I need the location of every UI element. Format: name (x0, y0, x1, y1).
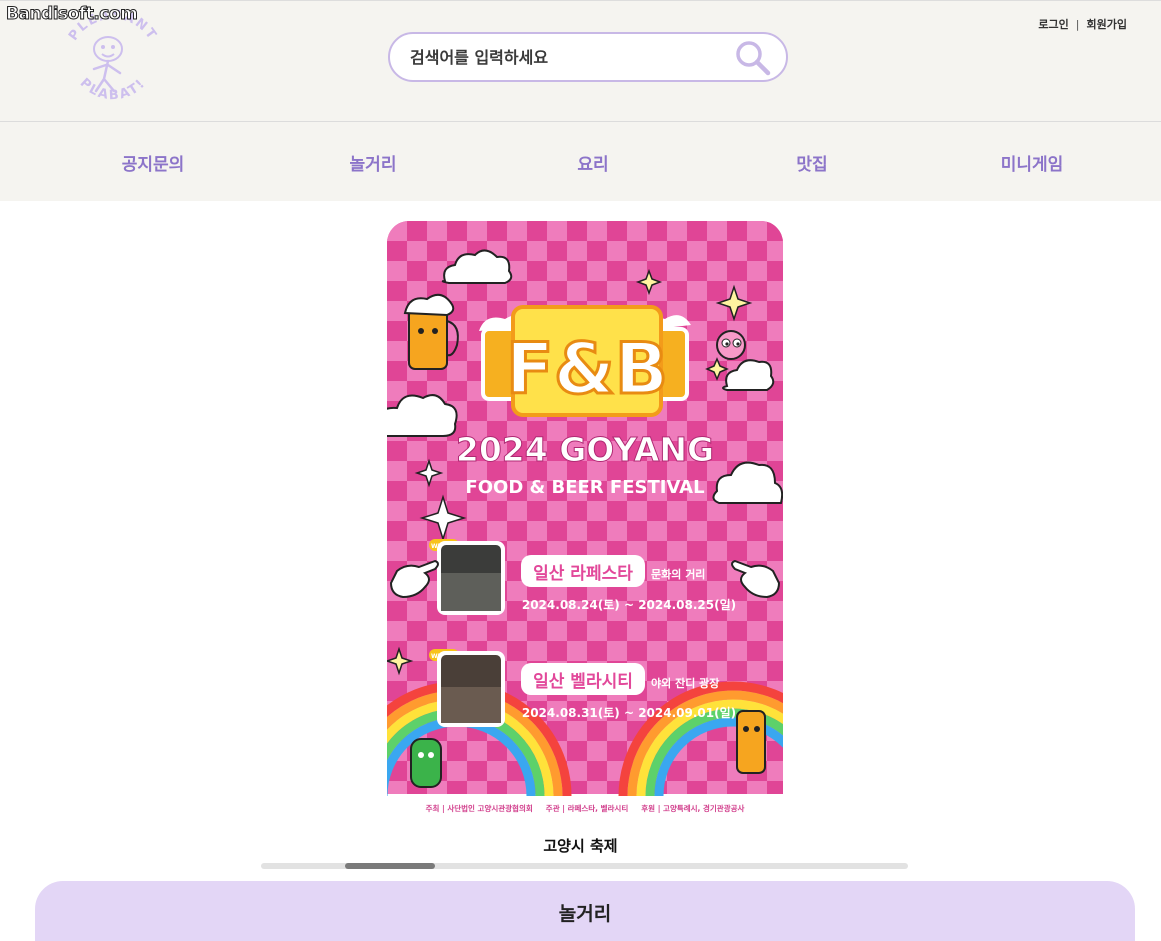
fries-character (736, 710, 766, 774)
nav-item-restaurants[interactable]: 맛집 (796, 150, 827, 175)
week1-dates: 2024.08.24(토) ~ 2024.08.25(일) (522, 598, 736, 612)
header: PLEASANT PLABAT! 로그인 | 회원가입 (0, 0, 1161, 122)
search-bar (388, 32, 788, 82)
week1-place: 일산 라페스타 (533, 564, 633, 584)
nav-item-notice[interactable]: 공지문의 (122, 150, 185, 175)
festival-poster[interactable]: F&B 2024 GOYANG FOOD & BEER FESTIVAL WEE… (387, 221, 783, 820)
carousel-scroll-thumb[interactable] (345, 863, 435, 869)
carousel-caption: 고양시 축제 (543, 837, 618, 855)
auth-separator: | (1075, 17, 1080, 31)
poster-footer: 주최 | 사단법인 고양시관광협의회 주관 | 라페스타, 벨라시티 후원 | … (426, 803, 745, 814)
week1-place-sub: 문화의 거리 (651, 567, 705, 581)
poster-fb-logo: F&B (506, 328, 668, 410)
poster-subtitle: FOOD & BEER FESTIVAL (465, 477, 704, 498)
week2-dates: 2024.08.31(토) ~ 2024.09.01(일) (522, 706, 736, 720)
poster-title: 2024 GOYANG (456, 430, 714, 469)
watermark: Bandisoft.com (5, 4, 138, 25)
bottle-character (410, 738, 442, 788)
search-input[interactable] (410, 44, 730, 70)
login-link[interactable]: 로그인 (1038, 16, 1068, 32)
week2-place: 일산 벨라시티 (533, 672, 633, 692)
carousel-scrollbar[interactable] (261, 863, 908, 869)
nav-item-play[interactable]: 놀거리 (350, 150, 397, 175)
signup-link[interactable]: 회원가입 (1087, 16, 1127, 32)
fb-logo-graphic: F&B (479, 305, 691, 417)
pink-ball-character (716, 330, 746, 360)
section-title: 놀거리 (558, 903, 612, 925)
auth-links: 로그인 | 회원가입 (1038, 16, 1127, 32)
main-nav: 공지문의 놀거리 요리 맛집 미니게임 (0, 122, 1161, 201)
week2-place-sub: 야외 잔디 광장 (651, 676, 719, 690)
nav-item-cooking[interactable]: 요리 (577, 150, 608, 175)
search-icon[interactable] (734, 39, 772, 77)
nav-item-minigame[interactable]: 미니게임 (1001, 150, 1064, 175)
play-section: 놀거리 (35, 881, 1135, 941)
